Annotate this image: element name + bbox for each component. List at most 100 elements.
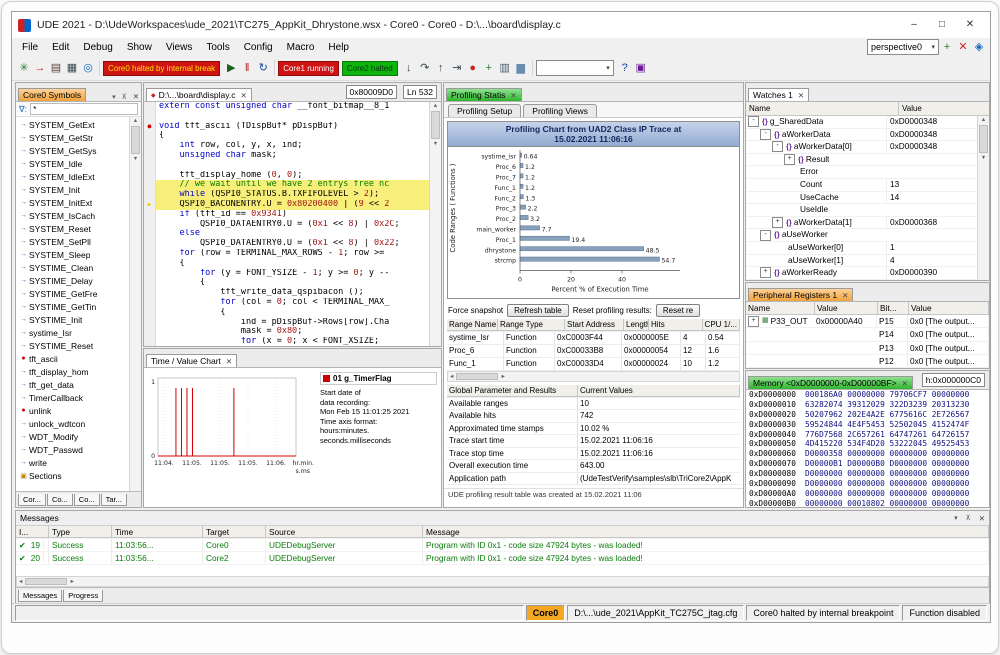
register-row[interactable]: P14 0x0 [The output... xyxy=(746,328,989,341)
watch-row[interactable]: - {} aUseWorker xyxy=(746,229,977,242)
code-line[interactable]: int row, col, y, x, ind; xyxy=(144,141,429,151)
tab-profiling-statistics[interactable]: Profiling Statis ✕ xyxy=(446,88,522,101)
symbols-vscroll[interactable]: ▲▼ xyxy=(129,117,141,491)
watch-row[interactable]: Error xyxy=(746,166,977,179)
menu-item[interactable]: File xyxy=(15,41,45,54)
column-header[interactable]: Time xyxy=(112,526,203,538)
watch-row[interactable]: + {} Result xyxy=(746,154,977,167)
close-icon[interactable]: ✕ xyxy=(226,357,232,366)
expander-icon[interactable]: - xyxy=(772,141,783,152)
code-line[interactable]: for (col = 0; col < TERMINAL_MAX_ xyxy=(144,298,429,308)
symbol-item[interactable]: SYSTIME_Reset xyxy=(18,339,129,352)
code-line[interactable] xyxy=(144,112,429,122)
tab-display-c[interactable]: ◆ D:\...\board\display.c ✕ xyxy=(146,88,252,101)
profiling-view-icon[interactable]: ▆ xyxy=(513,60,529,76)
globals-row[interactable]: Trace start time 15.02.2021 11:06:16 xyxy=(447,435,740,448)
context-select[interactable]: ▾ xyxy=(536,60,614,76)
toggle-breakpoint-icon[interactable]: ● xyxy=(465,60,481,76)
memory-row[interactable]: 0xD0000000 000186A0 00000000 79706CF7 00… xyxy=(746,390,989,400)
close-icon[interactable]: ✕ xyxy=(902,379,908,388)
messages-hscroll[interactable]: ◄► xyxy=(16,576,989,587)
layout-icon[interactable]: ▣ xyxy=(633,60,649,76)
close-icon[interactable]: ✕ xyxy=(979,514,985,523)
gutter[interactable] xyxy=(144,249,156,259)
bottom-tab[interactable]: Tar... xyxy=(101,494,127,506)
menu-item[interactable]: Macro xyxy=(280,41,322,54)
messages-tab[interactable]: Messages xyxy=(18,590,62,602)
code-line[interactable]: { xyxy=(144,278,429,288)
code-line[interactable]: for (y = FONT_YSIZE - 1; y >= 0; y -- xyxy=(144,269,429,279)
gutter[interactable] xyxy=(144,161,156,171)
halt-icon[interactable]: ‖ xyxy=(239,60,255,76)
close-icon[interactable]: ✕ xyxy=(133,92,139,101)
code-line[interactable]: while (QSPI0_STATUS.B.TXFIFOLEVEL > 2); xyxy=(144,190,429,200)
column-header[interactable]: Global Parameter and Results xyxy=(447,385,578,397)
tab-peripheral-registers-1[interactable]: Peripheral Registers 1 ✕ xyxy=(748,288,853,301)
watch-row[interactable]: Count 13 xyxy=(746,179,977,192)
menu-item[interactable]: Edit xyxy=(45,41,76,54)
code-line[interactable]: QSPI0_DATAENTRY0.U = (0x1 << 8) | 0x2C; xyxy=(144,220,429,230)
column-header[interactable]: Length xyxy=(624,319,649,331)
symbol-item[interactable]: SYSTEM_IdleExt xyxy=(18,170,129,183)
watch-row[interactable]: aUseWorker[1] 4 xyxy=(746,255,977,268)
gutter[interactable] xyxy=(144,171,156,181)
memory-row[interactable]: 0xD0000070 D00000B1 D00000B0 D0000000 00… xyxy=(746,459,989,469)
code-line[interactable] xyxy=(144,161,429,171)
symbol-item[interactable]: SYSTEM_GetExt xyxy=(18,118,129,131)
gutter[interactable] xyxy=(144,259,156,269)
menu-item[interactable]: Tools xyxy=(199,41,236,54)
code-line[interactable]: { xyxy=(144,259,429,269)
expander-icon[interactable]: - xyxy=(748,116,759,127)
memory-view-icon[interactable]: ▥ xyxy=(497,60,513,76)
menu-item[interactable]: Help xyxy=(321,41,356,54)
column-header[interactable]: Range Name xyxy=(447,319,498,331)
expander-icon[interactable]: + xyxy=(772,217,783,228)
code-line[interactable]: if (tft_id == 0x9341) xyxy=(144,210,429,220)
symbol-item[interactable]: SYSTIME_GetTin xyxy=(18,300,129,313)
messages-tab[interactable]: Progress xyxy=(63,590,103,602)
symbol-item[interactable]: write xyxy=(18,456,129,469)
watch-row[interactable]: - {} aWorkerData[0] 0xD0000348 xyxy=(746,141,977,154)
register-row[interactable]: + ▦ P33_OUT 0x00000A40 P15 0x0 [The outp… xyxy=(746,315,989,328)
gutter[interactable] xyxy=(144,190,156,200)
symbol-item[interactable]: tft_get_data xyxy=(18,378,129,391)
step-into-icon[interactable]: ↓ xyxy=(401,60,417,76)
gutter[interactable] xyxy=(144,180,156,190)
menu-item[interactable]: Debug xyxy=(76,41,119,54)
watch-row[interactable]: + {} aWorkerData[1] 0xD0000368 xyxy=(746,217,977,230)
column-header[interactable]: Hits xyxy=(649,319,703,331)
editor-vscroll[interactable]: ▲▼ xyxy=(429,102,441,346)
globals-row[interactable]: Available hits 742 xyxy=(447,410,740,423)
step-out-icon[interactable]: ↑ xyxy=(433,60,449,76)
column-header[interactable]: Type xyxy=(49,526,112,538)
code-line[interactable]: extern const unsigned char __font_bitmap… xyxy=(144,102,429,112)
message-row[interactable]: ✔19 Success 11:03:56... Core0 UDEDebugSe… xyxy=(16,539,989,552)
code-line[interactable]: mask = 0x80; xyxy=(144,327,429,337)
find-icon[interactable]: ◎ xyxy=(80,60,96,76)
maximize-button[interactable]: □ xyxy=(928,15,956,35)
run-icon[interactable]: ▶ xyxy=(223,60,239,76)
expander-icon[interactable]: - xyxy=(760,129,771,140)
gutter[interactable] xyxy=(144,278,156,288)
expander-icon[interactable]: + xyxy=(760,267,771,278)
gutter[interactable] xyxy=(144,308,156,318)
memory-row[interactable]: 0xD0000020 50207962 202E4A2E 6775616C 2E… xyxy=(746,410,989,420)
close-icon[interactable]: ✕ xyxy=(842,291,848,300)
tab-watches-1[interactable]: Watches 1 ✕ xyxy=(748,88,809,101)
column-header[interactable]: Name xyxy=(746,302,815,315)
code-line[interactable]: tft_display_home (0, 0); xyxy=(144,171,429,181)
code-line[interactable]: for (x = 0; x < FONT_XSIZE; xyxy=(144,337,429,346)
memory-row[interactable]: 0xD0000090 D0000000 00000000 00000000 00… xyxy=(746,479,989,489)
add-watch-icon[interactable]: + xyxy=(481,60,497,76)
gutter[interactable] xyxy=(144,298,156,308)
run-to-cursor-icon[interactable]: ⇥ xyxy=(449,60,465,76)
tab-memory[interactable]: Memory <0xD0000000-0xD00000BF> ✕ xyxy=(748,376,913,389)
force-snapshot-label[interactable]: Force snapshot xyxy=(448,306,503,315)
symbol-item[interactable]: TimerCallback xyxy=(18,391,129,404)
memory-row[interactable]: 0xD0000010 63282074 39312029 322D3239 20… xyxy=(746,400,989,410)
message-row[interactable]: ✔20 Success 11:03:56... Core2 UDEDebugSe… xyxy=(16,552,989,565)
code-line[interactable]: unsigned char mask; xyxy=(144,151,429,161)
bottom-tab[interactable]: Cor... xyxy=(18,494,46,506)
watch-row[interactable]: - {} g_SharedData 0xD0000348 xyxy=(746,116,977,129)
globals-row[interactable]: Trace stop time 15.02.2021 11:06:16 xyxy=(447,448,740,461)
